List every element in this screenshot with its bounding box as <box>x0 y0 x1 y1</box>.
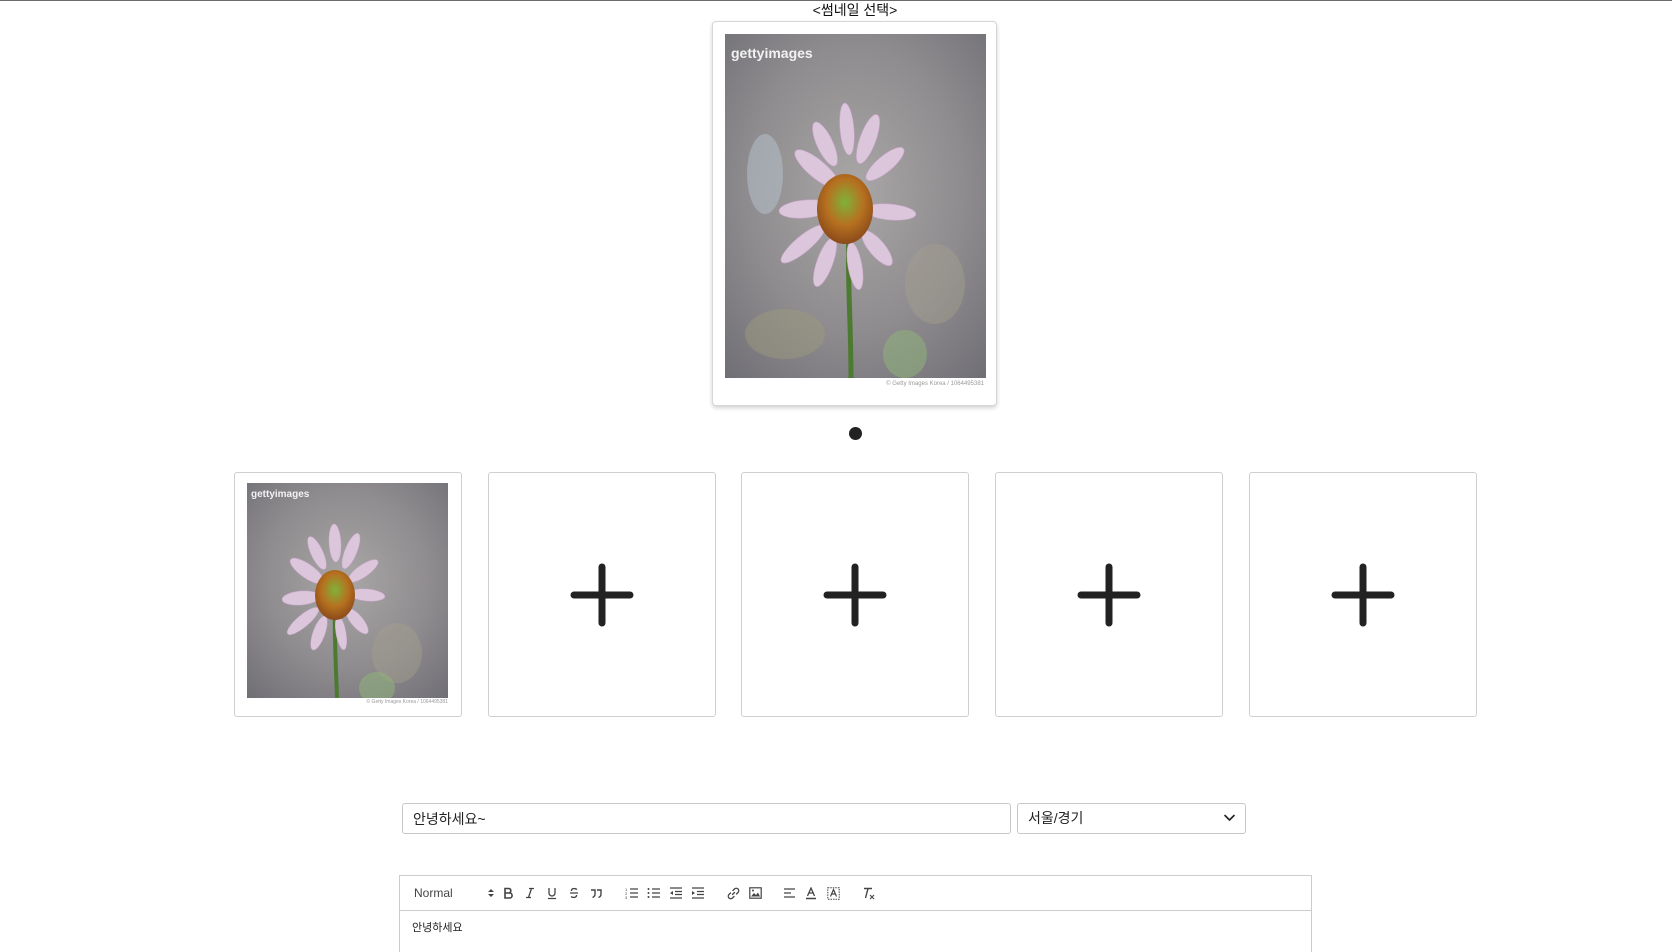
header-format-select[interactable]: Normal <box>414 884 494 902</box>
main-thumbnail-image: gettyimages <box>725 34 986 378</box>
background-color-icon <box>826 886 840 900</box>
text-color-button[interactable] <box>803 884 819 902</box>
blockquote-button[interactable] <box>588 884 604 902</box>
background-color-button[interactable] <box>825 884 841 902</box>
bullet-list-button[interactable] <box>646 884 662 902</box>
underline-icon <box>548 887 556 899</box>
rich-text-editor: Normal 123 안녕하세요 <box>399 875 1312 952</box>
header-format-label: Normal <box>414 886 453 900</box>
image-slot-5[interactable] <box>1249 472 1477 717</box>
slot-1-watermark: gettyimages <box>251 489 310 500</box>
chevron-down-icon <box>1224 814 1235 821</box>
plus-icon <box>1331 563 1395 626</box>
indent-button[interactable] <box>690 884 706 902</box>
italic-icon <box>526 887 534 899</box>
updown-arrows-icon <box>488 889 494 897</box>
indent-icon <box>692 887 704 899</box>
outdent-button[interactable] <box>668 884 684 902</box>
editor-toolbar: Normal 123 <box>400 876 1311 911</box>
bold-button[interactable] <box>500 884 516 902</box>
bold-icon <box>504 887 513 899</box>
bullet-list-icon <box>647 888 660 898</box>
italic-button[interactable] <box>522 884 538 902</box>
ordered-list-button[interactable]: 123 <box>624 884 640 902</box>
underline-button[interactable] <box>544 884 560 902</box>
align-icon <box>783 888 795 898</box>
title-input[interactable] <box>402 803 1011 834</box>
link-button[interactable] <box>725 884 741 902</box>
thumbnail-editor-page: <썸네일 선택> gettyimages © Getty Images Kore… <box>0 0 1672 952</box>
carousel-dot[interactable] <box>849 427 862 440</box>
editor-content[interactable]: 안녕하세요 <box>400 911 1311 943</box>
slot-1-credit: © Getty Images Korea / 1064495381 <box>366 699 448 705</box>
plus-icon <box>570 563 634 626</box>
blockquote-icon <box>591 889 602 899</box>
image-slot-4[interactable] <box>995 472 1223 717</box>
plus-icon <box>823 563 887 626</box>
image-icon <box>748 887 762 899</box>
main-thumbnail-card[interactable]: gettyimages © Getty Images Korea / 10644… <box>712 21 997 406</box>
image-button[interactable] <box>747 884 763 902</box>
image-slot-2[interactable] <box>488 472 716 717</box>
clear-format-button[interactable] <box>861 884 877 902</box>
strike-button[interactable] <box>566 884 582 902</box>
main-thumbnail-credit: © Getty Images Korea / 1064495381 <box>886 381 984 387</box>
region-select-value: 서울/경기 <box>1028 810 1084 826</box>
slot-1-thumbnail-image: gettyimages <box>247 483 448 698</box>
align-button[interactable] <box>781 884 797 902</box>
image-slot-1[interactable]: gettyimages © Getty Images Korea / 10644… <box>234 472 462 717</box>
clear-format-icon <box>864 887 875 899</box>
thumbnail-section-title: <썸네일 선택> <box>812 2 898 18</box>
image-slot-3[interactable] <box>741 472 969 717</box>
link-icon <box>727 887 739 899</box>
main-thumbnail-watermark: gettyimages <box>731 45 813 61</box>
region-select[interactable]: 서울/경기 <box>1017 803 1246 834</box>
outdent-icon <box>670 887 682 899</box>
strike-icon <box>570 887 578 899</box>
ordered-list-icon: 123 <box>625 887 638 899</box>
svg-text:3: 3 <box>625 895 628 899</box>
plus-icon <box>1077 563 1141 626</box>
text-color-icon <box>806 886 816 899</box>
